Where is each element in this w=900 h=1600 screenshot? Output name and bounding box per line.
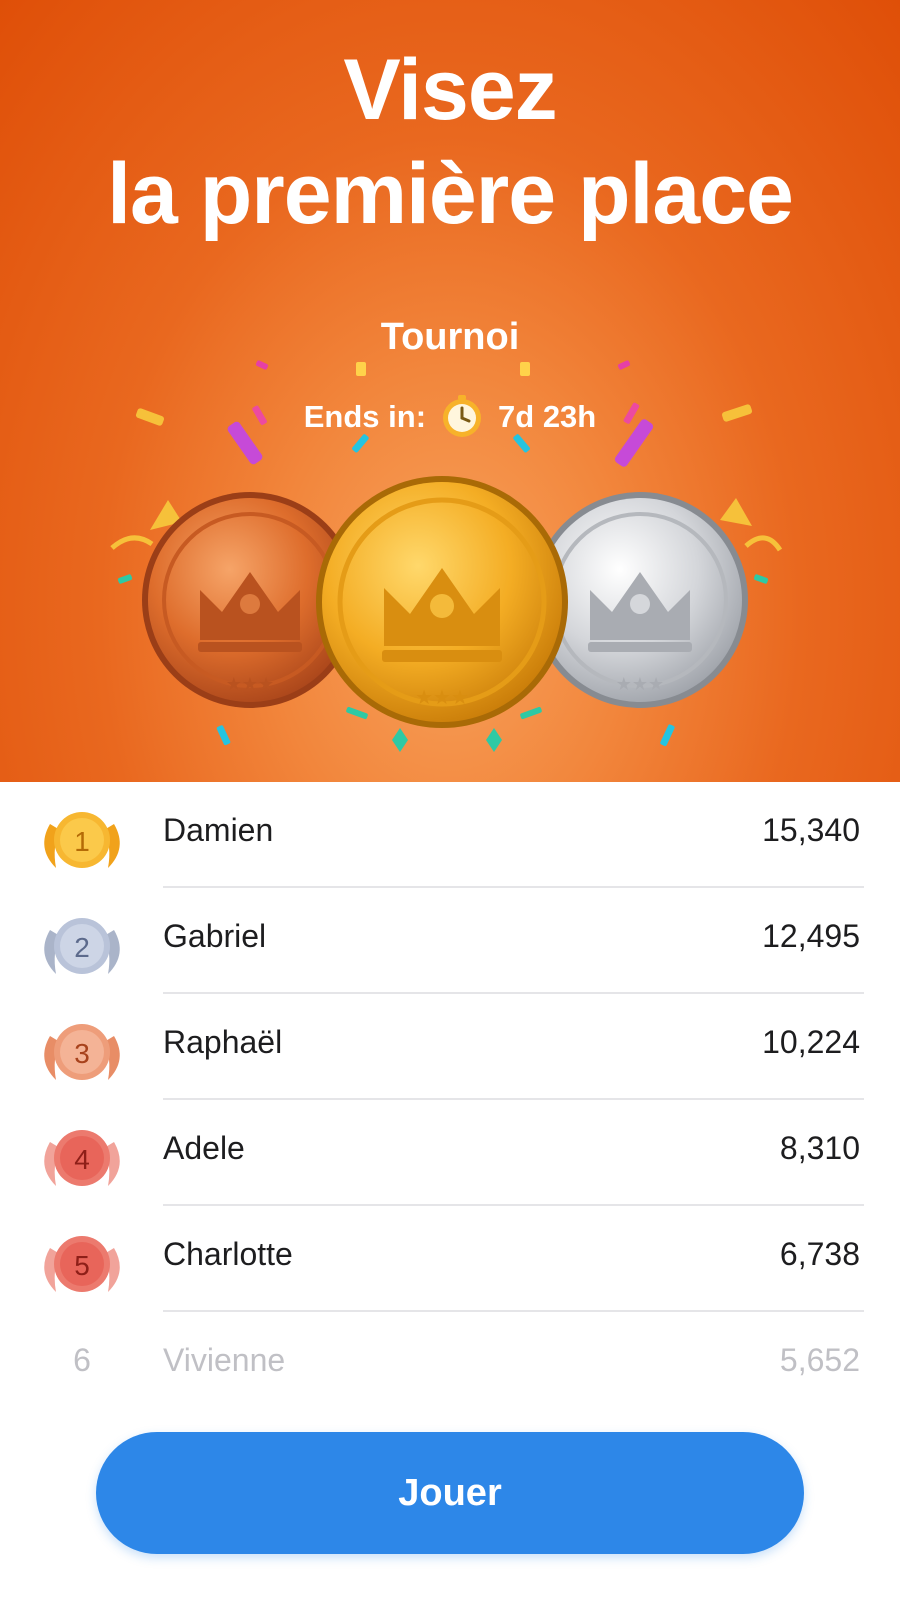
svg-text:★★★: ★★★: [226, 674, 274, 695]
rank-2-laurel-badge-icon: 2: [44, 918, 120, 974]
leaderboard-row[interactable]: 6 Vivienne 5,652: [0, 1312, 900, 1418]
play-button[interactable]: Jouer: [96, 1432, 804, 1554]
svg-text:★★★: ★★★: [415, 685, 469, 709]
headline-line-2: la première place: [107, 146, 794, 242]
leaderboard-row[interactable]: 3 Raphaël 10,224: [0, 994, 900, 1100]
rank-number: 1: [74, 826, 90, 857]
rank-number: 5: [74, 1250, 90, 1281]
rank-number: 4: [74, 1144, 90, 1175]
rank-number: 2: [74, 932, 90, 963]
player-name: Raphaël: [163, 1024, 283, 1060]
tournament-screen: ★★★ ★★★ ★★★ Visez la première place Tour…: [0, 0, 900, 1600]
countdown: Ends in: 7d 23h: [0, 392, 900, 442]
leaderboard-row[interactable]: 1 Damien 15,340: [0, 782, 900, 888]
rank-number: 3: [74, 1038, 90, 1069]
player-score: 6,738: [779, 1236, 860, 1272]
player-score: 5,652: [779, 1342, 860, 1378]
rank-number: 6: [73, 1342, 91, 1378]
leaderboard-row[interactable]: 5 Charlotte 6,738: [0, 1206, 900, 1312]
leaderboard-row[interactable]: 4 Adele 8,310: [0, 1100, 900, 1206]
player-score: 12,495: [762, 918, 860, 954]
player-name: Adele: [163, 1130, 245, 1166]
ends-time: 7d 23h: [498, 399, 597, 434]
alarm-clock-icon: [443, 395, 482, 437]
rank-1-laurel-badge-icon: 1: [44, 812, 120, 868]
player-score: 10,224: [762, 1024, 860, 1060]
rank-3-laurel-badge-icon: 3: [44, 1024, 120, 1080]
player-score: 15,340: [762, 812, 860, 848]
headline-line-1: Visez: [343, 42, 557, 138]
rank-4-laurel-badge-icon: 4: [44, 1130, 120, 1186]
player-name: Damien: [163, 812, 274, 848]
ends-label: Ends in:: [303, 399, 427, 434]
hero-banner: ★★★ ★★★ ★★★ Visez la première place Tour…: [0, 0, 900, 782]
svg-text:★★★: ★★★: [616, 674, 664, 695]
gold-medal: ★★★: [316, 476, 568, 728]
player-name: Gabriel: [163, 918, 267, 954]
tournament-label: Tournoi: [380, 316, 520, 358]
leaderboard-row[interactable]: 2 Gabriel 12,495: [0, 888, 900, 994]
rank-5-laurel-badge-icon: 5: [44, 1236, 120, 1292]
player-score: 8,310: [779, 1130, 860, 1166]
player-name: Vivienne: [163, 1342, 286, 1378]
player-name: Charlotte: [163, 1236, 293, 1272]
